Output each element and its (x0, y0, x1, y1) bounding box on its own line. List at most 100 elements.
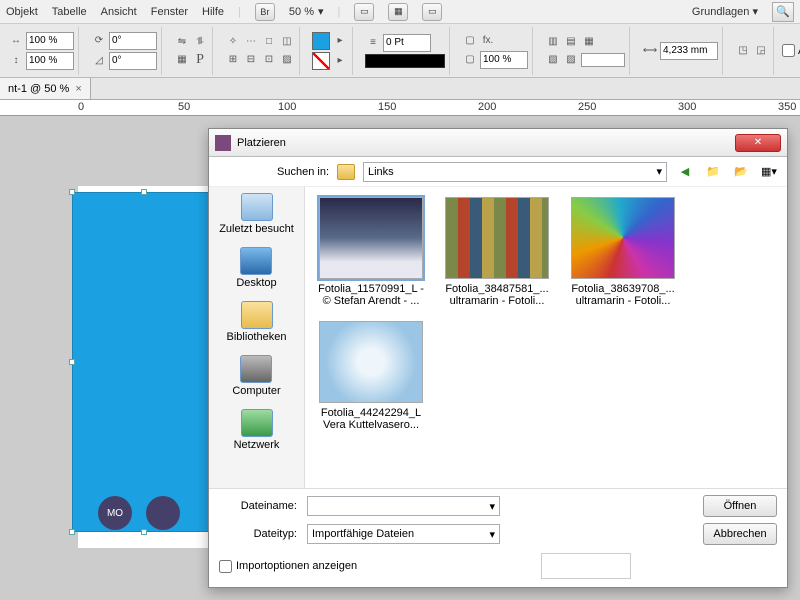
place-desktop[interactable]: Desktop (236, 247, 276, 289)
bridge-button[interactable]: Br (255, 3, 275, 21)
tool-icon[interactable]: ⊟ (243, 52, 259, 68)
wrap-icon[interactable]: ▦ (581, 34, 597, 50)
filetype-label: Dateityp: (219, 528, 297, 540)
dropdown-icon: ▾ (318, 5, 324, 18)
thumbnail-image (319, 197, 423, 279)
grid-icon[interactable]: ▦ (174, 52, 190, 68)
menubar: Objekt Tabelle Ansicht Fenster Hilfe | B… (0, 0, 800, 24)
search-icon[interactable]: 🔍 (772, 2, 794, 22)
thumbnail-image (319, 321, 423, 403)
dialog-titlebar[interactable]: Platzieren ✕ (209, 129, 787, 157)
menu-ansicht[interactable]: Ansicht (101, 6, 137, 18)
tool-icon[interactable]: ▨ (279, 52, 295, 68)
rotate-input[interactable] (109, 32, 157, 50)
badge-circle (146, 496, 180, 530)
cancel-button[interactable]: Abbrechen (703, 523, 777, 545)
places-bar: Zuletzt besucht Desktop Bibliotheken Com… (209, 187, 305, 488)
new-folder-icon[interactable]: 📂 (731, 162, 751, 182)
wrap-icon[interactable]: ▨ (563, 52, 579, 68)
width-input[interactable] (660, 42, 718, 60)
fill-swatch[interactable] (312, 32, 330, 50)
file-name: Fotolia_38487581_... (441, 283, 553, 295)
file-thumbnail[interactable]: Fotolia_11570991_L -© Stefan Arendt - ..… (315, 197, 427, 307)
file-name: Fotolia_38639708_... (567, 283, 679, 295)
stroke-swatch[interactable] (312, 52, 330, 70)
tool-icon[interactable]: ⊡ (261, 52, 277, 68)
close-icon[interactable]: × (75, 83, 81, 95)
menu-hilfe[interactable]: Hilfe (202, 6, 224, 18)
tool-icon[interactable]: ◫ (279, 34, 295, 50)
filename-combo[interactable]: ▾ (307, 496, 500, 516)
place-computer[interactable]: Computer (232, 355, 280, 397)
workspace-select[interactable]: Grundlagen ▾ (686, 3, 764, 20)
rotate-icon: ⟳ (91, 33, 107, 49)
preview-box (541, 553, 631, 579)
menu-fenster[interactable]: Fenster (151, 6, 188, 18)
chevron-right-icon[interactable]: ▸ (332, 33, 348, 49)
place-libraries[interactable]: Bibliotheken (227, 301, 287, 343)
file-view[interactable]: Fotolia_11570991_L -© Stefan Arendt - ..… (305, 187, 787, 488)
up-icon[interactable]: 📁 (703, 162, 723, 182)
search-in-label: Suchen in: (269, 166, 329, 178)
app-icon (215, 135, 231, 151)
shear-input[interactable] (109, 52, 157, 70)
selected-frame[interactable] (72, 192, 216, 532)
tool-icon[interactable]: ✧ (225, 34, 241, 50)
fx-icon[interactable]: fx. (480, 33, 496, 49)
stroke-weight-input[interactable] (383, 34, 431, 52)
import-options-checkbox[interactable] (219, 560, 232, 573)
place-network[interactable]: Netzwerk (234, 409, 280, 451)
para-style-icon[interactable]: P (192, 52, 208, 68)
auto-fit-checkbox[interactable]: Autom (782, 44, 800, 57)
scale-x-input[interactable] (26, 32, 74, 50)
scale-y-icon: ↕ (8, 53, 24, 69)
corner-icon[interactable]: ◳ (735, 43, 751, 59)
flip-h-icon[interactable]: ⇋ (174, 34, 190, 50)
wrap-select[interactable] (581, 53, 625, 67)
import-options-label: Importoptionen anzeigen (236, 560, 357, 572)
wrap-icon[interactable]: ▥ (545, 34, 561, 50)
folder-icon (337, 164, 355, 180)
close-button[interactable]: ✕ (735, 134, 781, 152)
back-icon[interactable]: ◀ (675, 162, 695, 182)
file-thumbnail[interactable]: Fotolia_38639708_...ultramarin - Fotoli.… (567, 197, 679, 307)
file-author: Vera Kuttelvasero... (315, 419, 427, 431)
stroke-weight-icon: ≡ (365, 35, 381, 51)
document-tab[interactable]: nt-1 @ 50 % × (0, 78, 91, 99)
chevron-right-icon[interactable]: ▸ (332, 53, 348, 69)
file-thumbnail[interactable]: Fotolia_44242294_LVera Kuttelvasero... (315, 321, 427, 431)
dropdown-icon: ▾ (656, 165, 662, 178)
place-recent[interactable]: Zuletzt besucht (219, 193, 294, 235)
scale-y-input[interactable] (26, 52, 74, 70)
stroke-style[interactable] (365, 54, 445, 68)
wrap-icon[interactable]: ▧ (545, 52, 561, 68)
folder-combo[interactable]: Links▾ (363, 162, 667, 182)
document-tabs: nt-1 @ 50 % × (0, 78, 800, 100)
opacity-input[interactable] (480, 51, 528, 69)
arrange-icon[interactable]: ▦ (388, 3, 408, 21)
view-menu-icon[interactable]: ▦▾ (759, 162, 779, 182)
scale-x-icon: ↔ (8, 33, 24, 49)
width-icon: ⟷ (642, 43, 658, 59)
file-author: ultramarin - Fotoli... (441, 295, 553, 307)
wrap-icon[interactable]: ▤ (563, 34, 579, 50)
shear-icon: ◿ (91, 53, 107, 69)
menu-tabelle[interactable]: Tabelle (52, 6, 87, 18)
filetype-combo[interactable]: Importfähige Dateien▾ (307, 524, 500, 544)
tool-icon[interactable]: ⋯ (243, 34, 259, 50)
view-options-icon[interactable]: ▭ (422, 3, 442, 21)
place-dialog: Platzieren ✕ Suchen in: Links▾ ◀ 📁 📂 ▦▾ … (208, 128, 788, 588)
effects-icon[interactable]: ▢ (462, 33, 478, 49)
tool-icon[interactable]: ⊞ (225, 52, 241, 68)
control-panel: ↔ ↕ ⟳ ◿ ⇋ ⥮ ▦ P ✧ ⋯ □ ◫ ⊞ ⊟ ⊡ ▨ ▸ ▸ (0, 24, 800, 78)
file-thumbnail[interactable]: Fotolia_38487581_...ultramarin - Fotoli.… (441, 197, 553, 307)
thumbnail-image (571, 197, 675, 279)
zoom-select[interactable]: 50 % ▾ (289, 5, 324, 18)
screen-mode-icon[interactable]: ▭ (354, 3, 374, 21)
menu-objekt[interactable]: Objekt (6, 6, 38, 18)
tool-icon[interactable]: □ (261, 34, 277, 50)
file-author: © Stefan Arendt - ... (315, 295, 427, 307)
open-button[interactable]: Öffnen (703, 495, 777, 517)
corner-icon[interactable]: ◲ (753, 43, 769, 59)
flip-v-icon[interactable]: ⥮ (192, 34, 208, 50)
